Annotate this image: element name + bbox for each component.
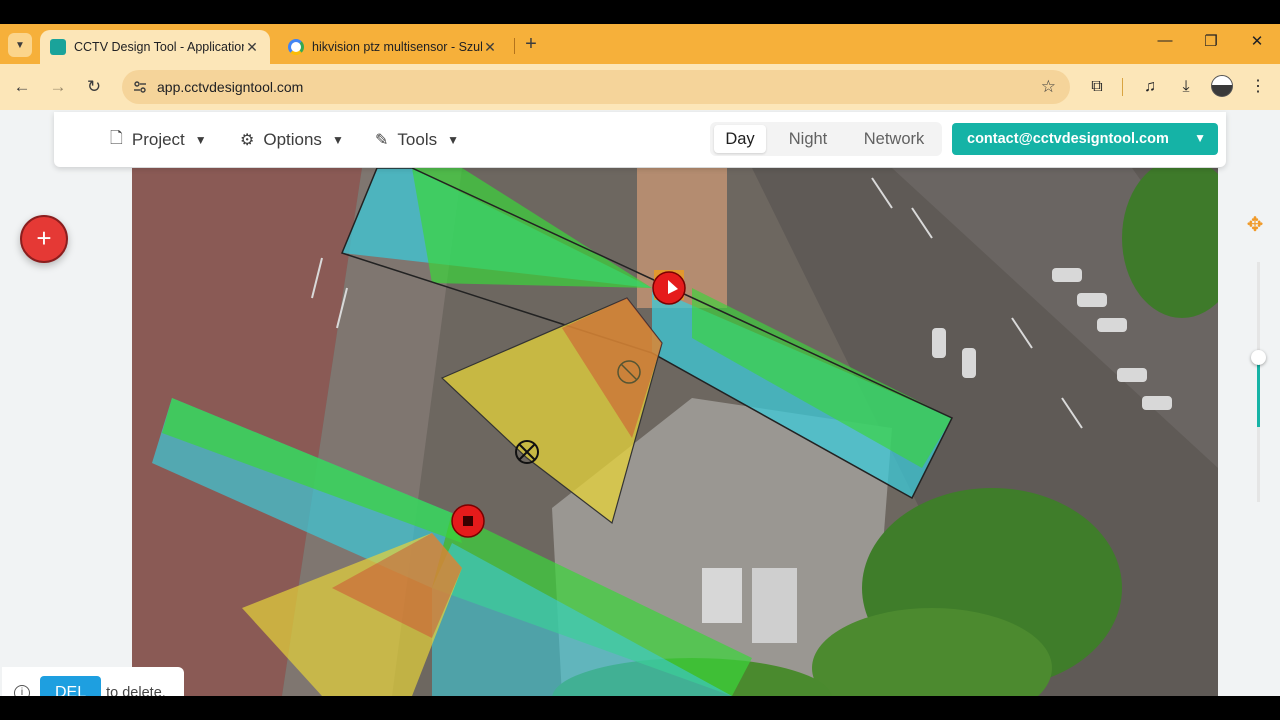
options-menu-button[interactable]: ⚙ Options ▼ xyxy=(240,126,344,154)
tab-title: hikvision ptz multisensor - Szukaj xyxy=(312,40,482,54)
tab-divider xyxy=(514,38,515,54)
move-icon[interactable]: ✥ xyxy=(1244,214,1266,236)
account-dropdown[interactable]: contact@cctvdesigntool.com ▼ xyxy=(952,123,1218,155)
chevron-down-icon: ▼ xyxy=(447,133,459,147)
view-mode-day[interactable]: Day xyxy=(714,125,766,153)
file-icon: 🗋 xyxy=(110,129,123,147)
browser-window: ▼ CCTV Design Tool - Application ✕ hikvi… xyxy=(0,24,1280,696)
pencil-icon: ✎ xyxy=(375,132,389,149)
extensions-icon[interactable]: ⧉ xyxy=(1085,75,1109,99)
tab-hikvision-search[interactable]: hikvision ptz multisensor - Szukaj ✕ xyxy=(278,30,508,64)
toolbar-divider xyxy=(1122,78,1123,96)
view-mode-toggle: Day Night Network xyxy=(710,122,942,156)
close-icon[interactable]: ✕ xyxy=(244,39,260,56)
gear-icon: ⚙ xyxy=(240,132,255,149)
tools-label: Tools xyxy=(397,130,438,149)
building-white xyxy=(752,568,797,643)
forward-arrow-icon[interactable]: → xyxy=(47,76,69,98)
view-mode-night[interactable]: Night xyxy=(780,125,836,153)
star-icon[interactable]: ☆ xyxy=(1041,77,1056,97)
browser-toolbar: ← → ↻ app.cctvdesigntool.com ☆ ⧉ ♫ ⤓ ⋮ xyxy=(0,64,1280,110)
project-label: Project xyxy=(131,130,185,149)
delete-hint: i DEL to delete. xyxy=(2,667,184,696)
tab-title: CCTV Design Tool - Application xyxy=(74,40,244,54)
cctv-favicon-icon xyxy=(50,39,66,55)
delete-key-badge: DEL xyxy=(40,676,102,696)
options-label: Options xyxy=(263,130,322,149)
minimize-button[interactable]: — xyxy=(1152,32,1178,56)
chevron-down-icon: ▼ xyxy=(15,39,25,51)
app-toolbar: 🗋 Project ▼ ⚙ Options ▼ ✎ Tools ▼ Day Ni… xyxy=(54,112,1226,167)
tools-menu-button[interactable]: ✎ Tools ▼ xyxy=(375,126,459,154)
download-icon[interactable]: ⤓ xyxy=(1174,75,1198,99)
chevron-down-icon: ▼ xyxy=(331,133,344,147)
media-icon[interactable]: ♫ xyxy=(1138,75,1162,99)
close-window-button[interactable]: ✕ xyxy=(1244,32,1270,56)
reload-icon[interactable]: ↻ xyxy=(83,76,105,98)
map-canvas[interactable] xyxy=(132,168,1218,696)
close-icon[interactable]: ✕ xyxy=(482,39,498,56)
chevron-down-icon: ▼ xyxy=(194,133,207,147)
google-favicon-icon xyxy=(288,39,304,55)
back-arrow-icon[interactable]: ← xyxy=(11,76,33,98)
profile-avatar[interactable] xyxy=(1211,75,1233,97)
zoom-slider-fill xyxy=(1257,357,1260,427)
tab-search-button[interactable]: ▼ xyxy=(8,33,32,57)
chevron-down-icon: ▼ xyxy=(1194,131,1206,145)
building-white xyxy=(702,568,742,623)
restore-button[interactable]: ❐ xyxy=(1198,32,1224,56)
tab-strip: ▼ CCTV Design Tool - Application ✕ hikvi… xyxy=(0,24,1280,64)
address-bar[interactable]: app.cctvdesigntool.com ☆ xyxy=(122,70,1070,104)
camera-marker-2[interactable] xyxy=(451,504,485,538)
info-icon: i xyxy=(14,685,30,696)
view-mode-network[interactable]: Network xyxy=(850,125,938,153)
new-tab-button[interactable]: + xyxy=(520,34,542,56)
delete-hint-text: to delete. xyxy=(106,685,166,696)
site-info-icon[interactable] xyxy=(132,79,148,95)
menu-icon[interactable]: ⋮ xyxy=(1246,75,1270,99)
satellite-map[interactable] xyxy=(132,168,1218,696)
camera-marker-1[interactable] xyxy=(652,270,686,305)
account-email: contact@cctvdesigntool.com xyxy=(967,131,1169,147)
app-page: 🗋 Project ▼ ⚙ Options ▼ ✎ Tools ▼ Day Ni… xyxy=(0,110,1280,696)
project-menu-button[interactable]: 🗋 Project ▼ xyxy=(110,126,207,154)
tab-cctv-design-tool[interactable]: CCTV Design Tool - Application ✕ xyxy=(40,30,270,64)
url-text: app.cctvdesigntool.com xyxy=(157,79,304,95)
add-camera-button[interactable]: + xyxy=(20,215,68,263)
zoom-slider-thumb[interactable] xyxy=(1251,350,1266,365)
